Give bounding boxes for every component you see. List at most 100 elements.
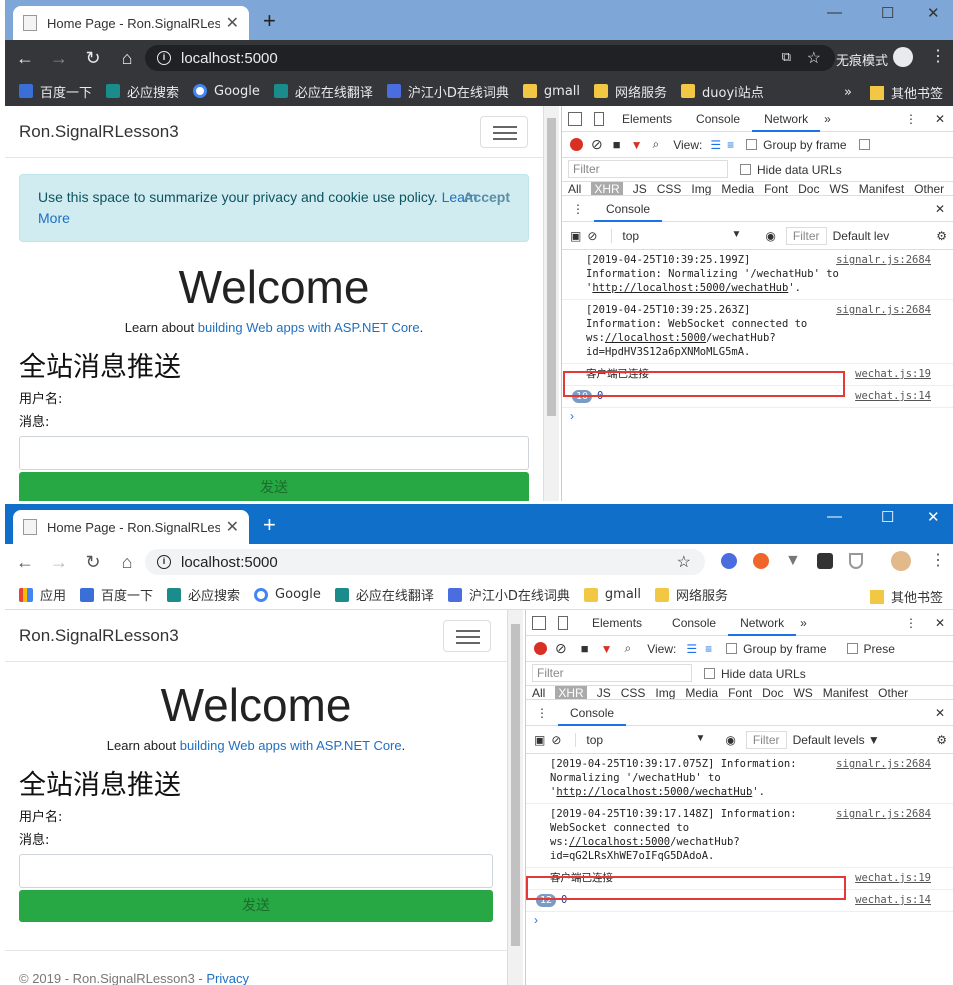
type-filter[interactable]: XHR	[555, 686, 587, 699]
tab-elements[interactable]: Elements	[610, 106, 684, 132]
network-filter-input[interactable]: Filter	[532, 664, 692, 682]
tab-elements[interactable]: Elements	[574, 610, 660, 636]
drawer-tab-console[interactable]: Console	[594, 196, 663, 222]
reload-icon[interactable]: ↻	[79, 552, 107, 573]
privacy-link[interactable]: Privacy	[206, 971, 249, 985]
address-bar[interactable]: i localhost:5000 ⧉ ☆	[145, 45, 835, 71]
hamburger-menu-icon[interactable]	[443, 620, 491, 652]
source-link[interactable]: wechat.js:19	[855, 871, 931, 885]
type-filter[interactable]: CSS	[621, 686, 646, 699]
log-levels-dropdown[interactable]: Default lev	[833, 229, 890, 243]
devtools-close-icon[interactable]: ✕	[935, 616, 945, 630]
source-link[interactable]: signalr.js:2684	[836, 303, 931, 317]
type-filter[interactable]: XHR	[591, 182, 623, 195]
new-tab-icon[interactable]: +	[263, 8, 276, 34]
bookmark-item[interactable]: 沪江小D在线词典	[386, 82, 509, 101]
hamburger-menu-icon[interactable]	[480, 116, 528, 148]
bookmark-item[interactable]: 网络服务	[594, 82, 667, 101]
minimize-icon[interactable]: —	[827, 4, 842, 21]
tab-console[interactable]: Console	[660, 610, 728, 636]
site-brand[interactable]: Ron.SignalRLesson3	[19, 122, 179, 142]
source-link[interactable]: signalr.js:2684	[836, 757, 931, 771]
eye-icon[interactable]: ◉	[765, 229, 775, 243]
bookmark-item[interactable]: 必应在线翻译	[273, 82, 373, 101]
other-bookmarks-folder[interactable]: 其他书签	[869, 587, 943, 606]
type-filter[interactable]: Doc	[762, 686, 783, 699]
scrollbar-thumb[interactable]	[511, 624, 520, 946]
accept-button[interactable]: Accept	[463, 187, 510, 208]
eye-icon[interactable]: ◉	[725, 733, 735, 747]
new-tab-icon[interactable]: +	[263, 512, 276, 538]
record-icon[interactable]	[534, 642, 547, 655]
drawer-close-icon[interactable]: ✕	[935, 202, 945, 216]
bookmark-item[interactable]: 必应搜索	[167, 585, 240, 604]
tab-console[interactable]: Console	[684, 106, 752, 132]
other-bookmarks[interactable]: 其他书签	[891, 83, 943, 102]
source-link[interactable]: signalr.js:2684	[836, 807, 931, 821]
bookmark-item[interactable]: gmall	[583, 587, 641, 602]
more-tabs-icon[interactable]: »	[796, 610, 811, 636]
browser-tab[interactable]: Home Page - Ron.SignalRLess ✕	[13, 510, 249, 544]
log-url-link[interactable]: http://localhost:5000/wechatHub	[556, 786, 752, 798]
bookmark-item[interactable]: duoyi站点	[681, 82, 764, 101]
group-by-frame-checkbox[interactable]	[746, 139, 758, 150]
bookmark-item[interactable]: 网络服务	[655, 585, 728, 604]
bookmark-item[interactable]: 沪江小D在线词典	[447, 585, 570, 604]
console-prompt[interactable]: ›	[526, 912, 953, 928]
close-window-icon[interactable]: ✕	[927, 4, 940, 22]
type-filter[interactable]: Other	[878, 686, 908, 699]
console-prompt[interactable]: ›	[562, 408, 953, 424]
extension-icon[interactable]	[753, 553, 769, 569]
message-input[interactable]	[19, 436, 529, 470]
extension-icon[interactable]	[721, 553, 737, 569]
bookmark-item[interactable]: Google	[254, 587, 321, 602]
context-selector[interactable]: top ▼	[611, 228, 741, 243]
type-filter[interactable]: Manifest	[823, 686, 868, 699]
log-url-link[interactable]: //localhost:5000	[569, 836, 670, 848]
waterfall-icon[interactable]: ≡	[705, 642, 712, 656]
address-bar[interactable]: i localhost:5000 ☆	[145, 549, 705, 575]
console-filter-input[interactable]: Filter	[745, 730, 787, 749]
back-icon[interactable]: ←	[11, 48, 39, 69]
site-brand[interactable]: Ron.SignalRLesson3	[19, 626, 179, 646]
type-filter[interactable]: Font	[764, 182, 788, 195]
device-toolbar-icon[interactable]	[594, 111, 604, 126]
devtools-menu-icon[interactable]: ⋮	[905, 616, 917, 630]
forward-icon[interactable]: →	[45, 552, 73, 573]
bookmark-item[interactable]: 必应搜索	[106, 82, 179, 101]
send-button[interactable]: 发送	[19, 890, 493, 922]
type-filter[interactable]: Media	[685, 686, 718, 699]
sidebar-toggle-icon[interactable]: ▣	[534, 733, 545, 747]
type-filter[interactable]: JS	[597, 686, 611, 699]
reload-icon[interactable]: ↻	[79, 48, 107, 69]
preserve-log-checkbox[interactable]	[858, 139, 870, 150]
other-bookmarks[interactable]: 其他书签	[891, 587, 943, 606]
more-tabs-icon[interactable]: »	[820, 106, 835, 132]
bookmark-item[interactable]: 百度一下	[19, 82, 92, 101]
menu-icon[interactable]: ⋮	[930, 550, 946, 570]
sidebar-toggle-icon[interactable]: ▣	[570, 229, 581, 243]
source-link[interactable]: wechat.js:14	[855, 389, 931, 403]
extension-icon[interactable]	[849, 553, 863, 569]
home-icon[interactable]: ⌂	[113, 552, 141, 573]
type-filter[interactable]: All	[532, 686, 545, 699]
page-scrollbar[interactable]	[507, 610, 523, 985]
type-filter[interactable]: Img	[691, 182, 711, 195]
browser-tab[interactable]: Home Page - Ron.SignalRLesso ✕	[13, 6, 249, 40]
minimize-icon[interactable]: —	[827, 508, 842, 525]
aspnet-link[interactable]: building Web apps with ASP.NET Core	[180, 738, 402, 753]
type-filter[interactable]: Media	[721, 182, 754, 195]
large-rows-icon[interactable]: ☰	[710, 138, 721, 152]
translate-icon[interactable]: ⧉	[782, 49, 791, 65]
group-by-frame-checkbox[interactable]	[726, 643, 738, 654]
clear-console-icon[interactable]: ⊘	[551, 733, 561, 747]
type-filter[interactable]: Manifest	[859, 182, 904, 195]
scrollbar-thumb[interactable]	[547, 118, 556, 416]
close-tab-icon[interactable]: ✕	[226, 13, 239, 33]
context-selector[interactable]: top ▼	[575, 732, 705, 747]
drawer-menu-icon[interactable]: ⋮	[536, 706, 548, 720]
drawer-tab-console[interactable]: Console	[558, 700, 627, 726]
info-icon[interactable]: i	[157, 555, 171, 569]
bookmark-star-icon[interactable]: ☆	[807, 48, 821, 68]
log-levels-dropdown[interactable]: Default levels ▼	[793, 733, 880, 747]
